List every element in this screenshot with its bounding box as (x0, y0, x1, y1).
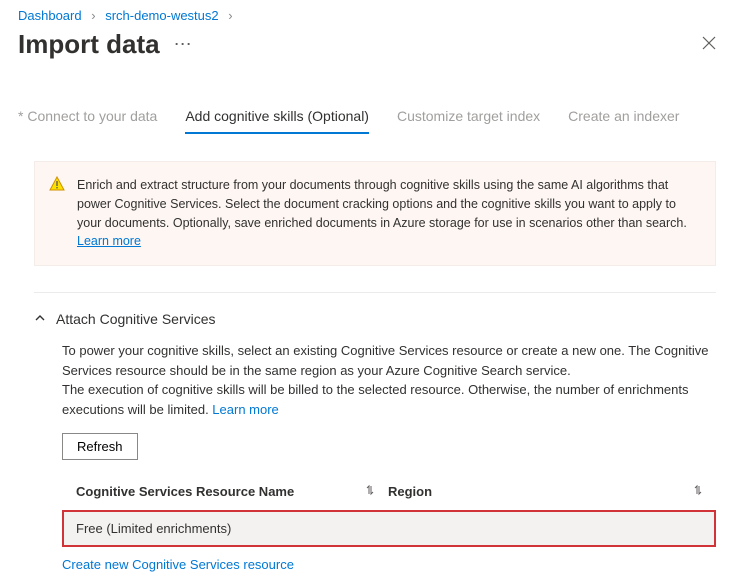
more-icon[interactable]: ⋯ (174, 34, 193, 55)
learn-more-link[interactable]: Learn more (77, 234, 141, 248)
section-title: Attach Cognitive Services (56, 311, 216, 327)
table-row[interactable]: Free (Limited enrichments) (62, 510, 716, 548)
page-title: Import data (18, 29, 160, 60)
section-para-1: To power your cognitive skills, select a… (62, 341, 716, 380)
info-banner: Enrich and extract structure from your d… (34, 161, 716, 266)
tab-cognitive-skills[interactable]: Add cognitive skills (Optional) (185, 108, 369, 134)
close-icon[interactable] (702, 36, 716, 53)
sort-icon[interactable] (692, 482, 704, 502)
sort-icon[interactable] (364, 482, 376, 502)
tab-connect-data[interactable]: Connect to your data (18, 108, 157, 134)
create-resource-link[interactable]: Create new Cognitive Services resource (62, 555, 294, 575)
page-header: Import data ⋯ (0, 23, 734, 70)
learn-more-link[interactable]: Learn more (212, 402, 278, 417)
table-header: Cognitive Services Resource Name Region (62, 476, 716, 508)
tab-customize-index[interactable]: Customize target index (397, 108, 540, 134)
section-header[interactable]: Attach Cognitive Services (34, 311, 716, 327)
resources-table: Cognitive Services Resource Name Region … (62, 476, 716, 575)
breadcrumb: Dashboard › srch-demo-westus2 › (0, 0, 734, 23)
section-para-2: The execution of cognitive skills will b… (62, 380, 716, 419)
tab-create-indexer[interactable]: Create an indexer (568, 108, 679, 134)
attach-cognitive-section: Attach Cognitive Services To power your … (34, 292, 716, 575)
column-header-region[interactable]: Region (388, 482, 432, 502)
chevron-up-icon (34, 311, 46, 327)
warning-icon (49, 176, 65, 251)
breadcrumb-item-service[interactable]: srch-demo-westus2 (105, 8, 218, 23)
section-body: To power your cognitive skills, select a… (34, 341, 716, 575)
breadcrumb-item-dashboard[interactable]: Dashboard (18, 8, 82, 23)
chevron-right-icon: › (228, 8, 232, 23)
refresh-button[interactable]: Refresh (62, 433, 138, 460)
chevron-right-icon: › (91, 8, 95, 23)
column-header-name[interactable]: Cognitive Services Resource Name (76, 482, 294, 502)
info-banner-text: Enrich and extract structure from your d… (77, 176, 699, 251)
wizard-tabs: Connect to your data Add cognitive skill… (0, 108, 734, 135)
